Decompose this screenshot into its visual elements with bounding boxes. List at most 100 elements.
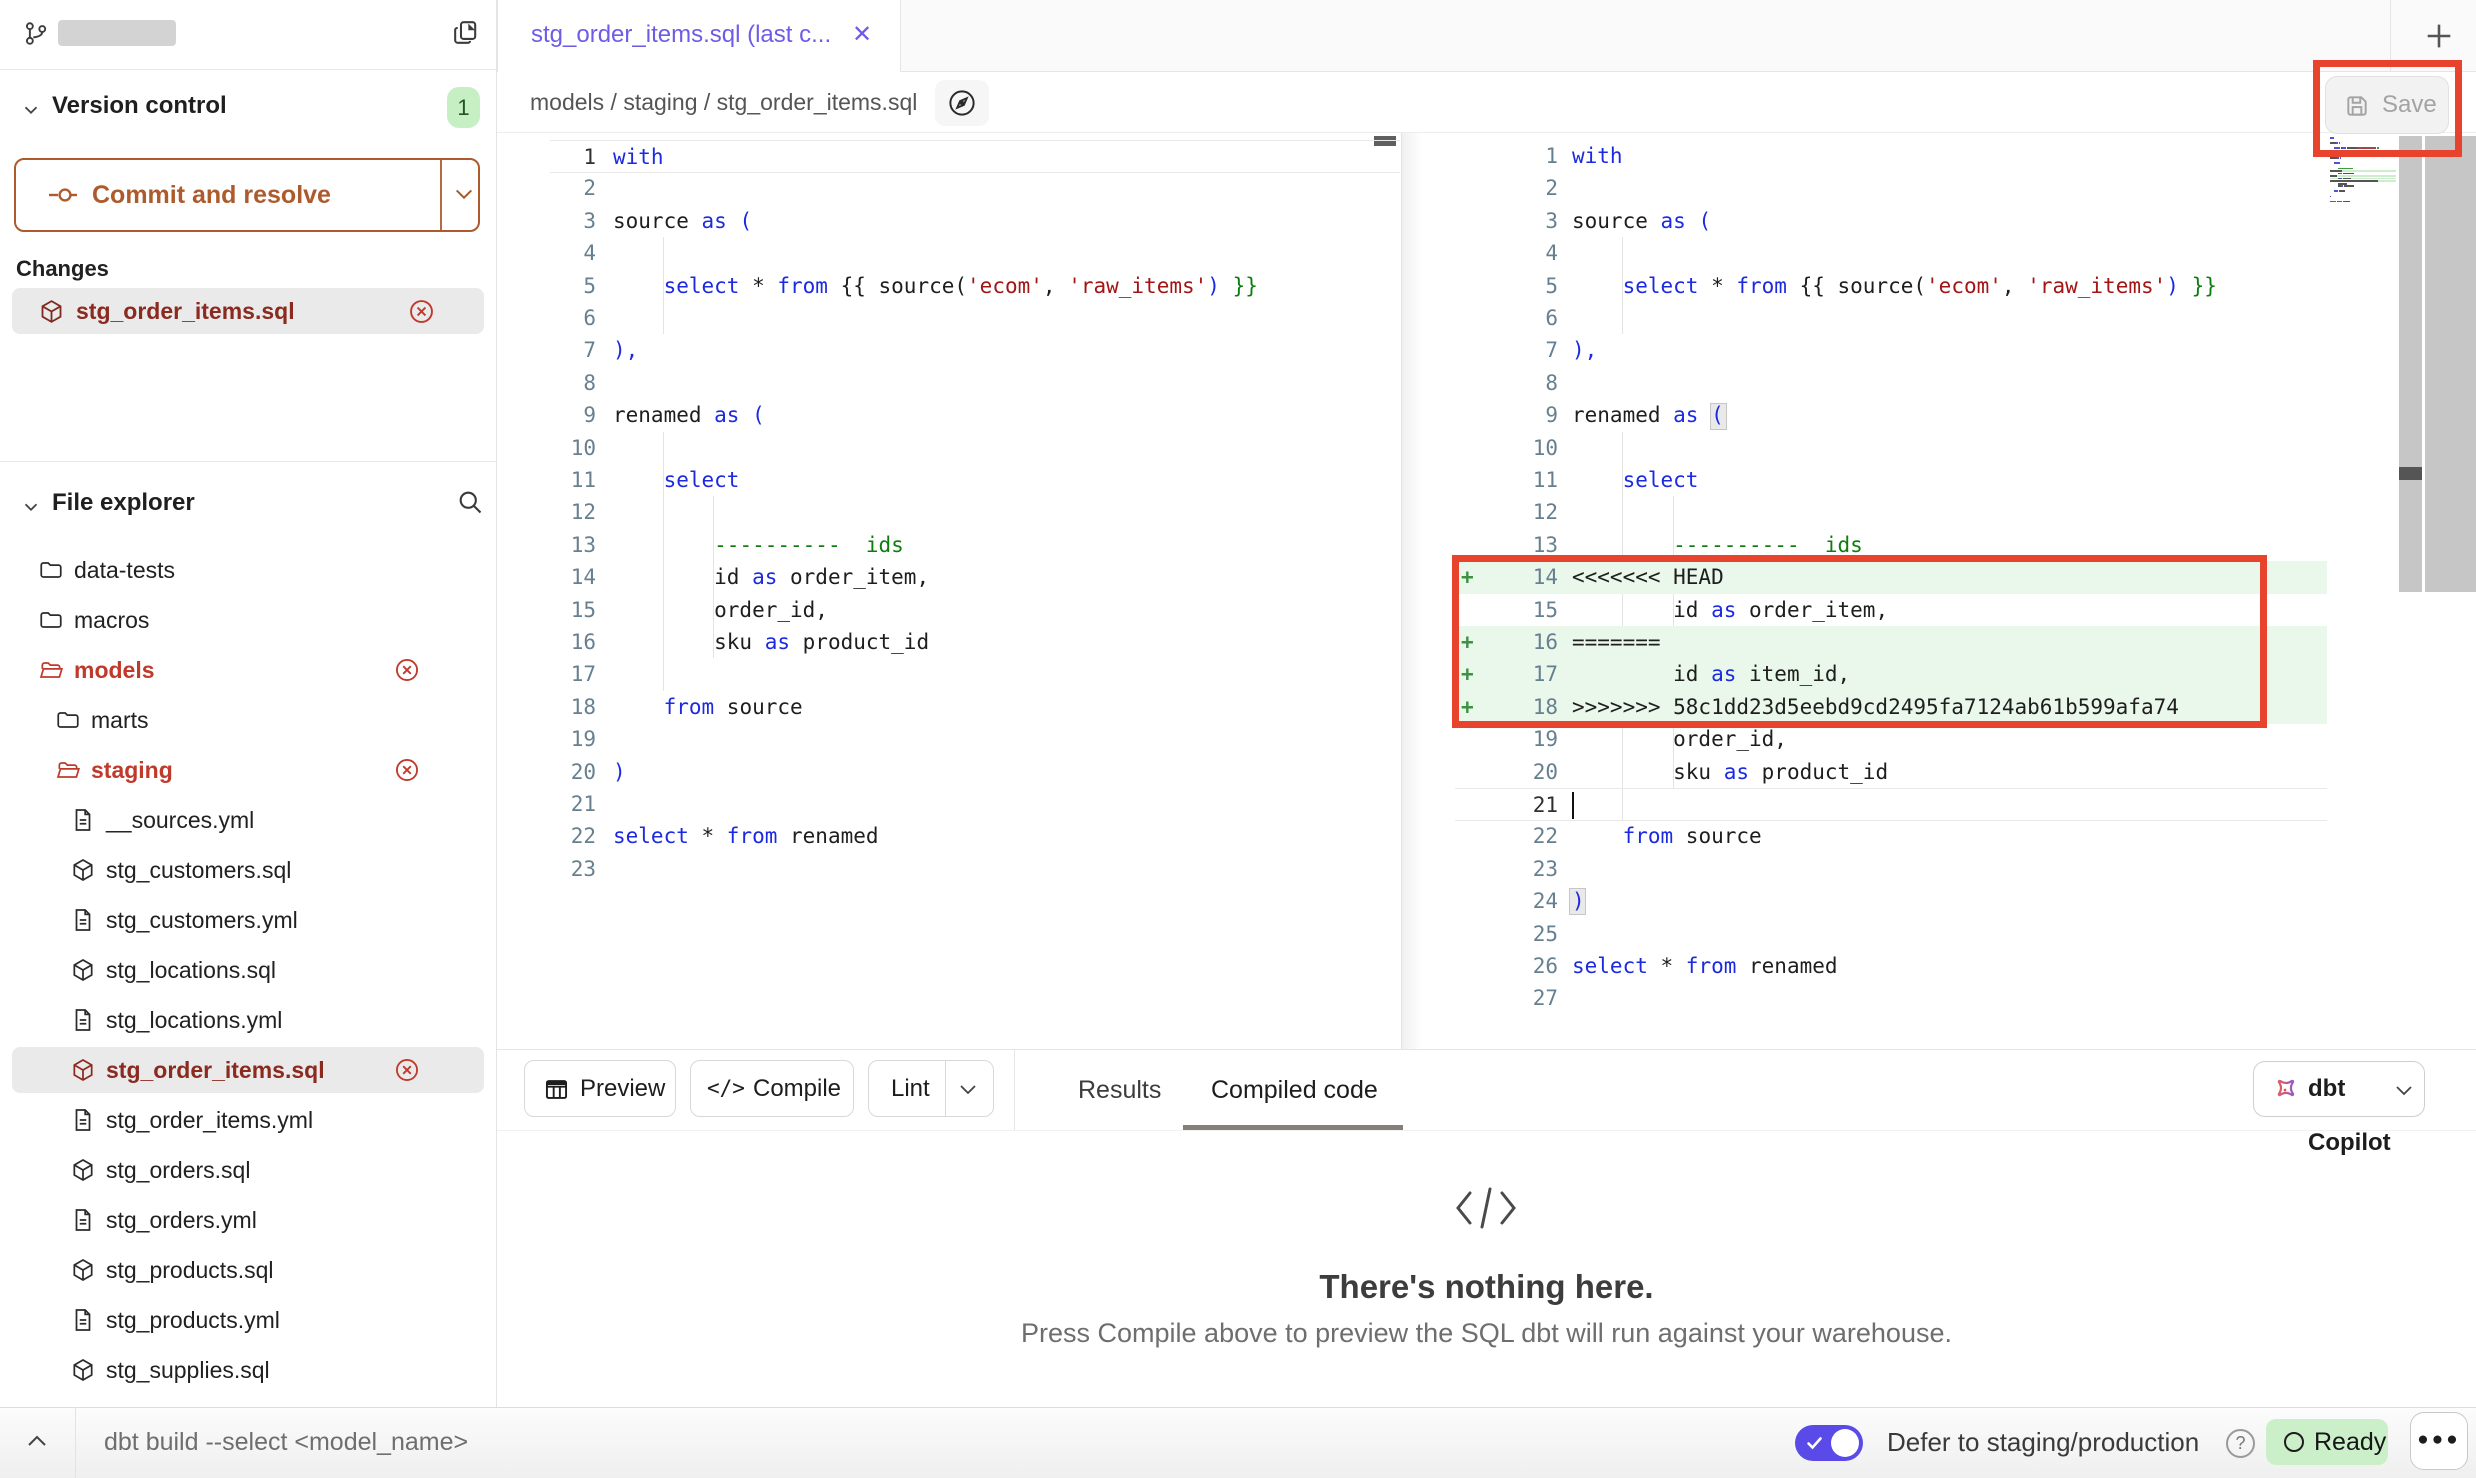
minimap-line [2330, 183, 2396, 185]
divider [945, 1061, 946, 1116]
code-text: renamed as ( [613, 399, 765, 431]
code-text: select * from {{ source('ecom', 'raw_ite… [1572, 270, 2217, 302]
code-line: 22select * from renamed [550, 820, 1400, 853]
copilot-label: dbt Copilot [2308, 1062, 2424, 1170]
code-line: 2 [550, 172, 1400, 205]
minimap-line [2330, 201, 2396, 203]
chevron-down-icon[interactable] [958, 1084, 978, 1096]
code-text: source as ( [1572, 205, 1711, 237]
code-text: ) [613, 756, 626, 788]
line-number: 18 [550, 691, 596, 723]
table-grid-icon [543, 1076, 570, 1103]
code-line: 23 [550, 853, 1400, 886]
code-line: 21 [1455, 788, 2327, 821]
status-circle-icon [2282, 1430, 2306, 1454]
code-line: 11 select [1455, 464, 2327, 497]
line-number: 5 [1455, 270, 1558, 302]
minimap-line [2330, 190, 2396, 192]
divider [75, 1407, 76, 1478]
line-number: 6 [1455, 302, 1558, 334]
command-input[interactable]: dbt build --select <model_name> [104, 1407, 468, 1478]
code-text: ---------- ids [613, 529, 904, 561]
minimap-line [2330, 203, 2396, 205]
lint-button[interactable]: Lint [868, 1060, 994, 1117]
line-number: 1 [1455, 140, 1558, 172]
code-text: source as ( [613, 205, 752, 237]
code-icon: </> [707, 1061, 745, 1116]
empty-state-title: There's nothing here. [497, 1268, 2476, 1306]
code-line: 1with [550, 140, 1400, 173]
code-line: 6 [1455, 302, 2327, 335]
chevron-down-icon[interactable] [2394, 1085, 2414, 1097]
code-text: ), [1572, 334, 1597, 366]
toggle-knob [1831, 1429, 1859, 1457]
help-icon[interactable]: ? [2226, 1429, 2255, 1458]
status-label: Ready [2314, 1419, 2386, 1465]
line-number: 21 [1455, 789, 1558, 821]
code-line: 7), [550, 334, 1400, 367]
compile-button[interactable]: </> Compile [690, 1060, 854, 1117]
preview-button[interactable]: Preview [524, 1060, 676, 1117]
dbt-copilot-button[interactable]: dbt Copilot [2253, 1061, 2425, 1117]
empty-state-subtitle: Press Compile above to preview the SQL d… [497, 1318, 2476, 1349]
code-line: 16 sku as product_id [550, 626, 1400, 659]
code-line: 21 [550, 788, 1400, 821]
code-line: 8 [550, 367, 1400, 400]
code-line: 19 order_id, [1455, 723, 2327, 756]
line-number: 3 [1455, 205, 1558, 237]
code-line: 27 [1455, 982, 2327, 1015]
line-number: 4 [1455, 237, 1558, 269]
tab-stg-order-items[interactable]: stg_order_items.sql (last c... ✕ [497, 0, 901, 72]
tab-compiled-code[interactable]: Compiled code [1211, 1062, 1378, 1118]
line-number: 3 [550, 205, 596, 237]
code-line: 20 sku as product_id [1455, 756, 2327, 789]
line-number: 20 [550, 756, 596, 788]
code-line: 12 [550, 496, 1400, 529]
tab-results[interactable]: Results [1078, 1062, 1161, 1118]
code-line: 10 [1455, 432, 2327, 465]
line-number: 2 [1455, 172, 1558, 204]
compile-label: Compile [753, 1061, 841, 1116]
line-number: 10 [1455, 432, 1558, 464]
line-number: 17 [550, 658, 596, 690]
code-line: 4 [1455, 237, 2327, 270]
minimap-line [2330, 188, 2396, 190]
code-text: order_id, [1572, 723, 1787, 755]
minimap-line [2330, 175, 2396, 177]
code-line: 7), [1455, 334, 2327, 367]
defer-label: Defer to staging/production [1887, 1407, 2199, 1478]
minimap-line [2330, 173, 2396, 175]
minimap-line [2330, 193, 2396, 195]
more-options-button[interactable]: ●●● [2410, 1412, 2468, 1470]
code-line: 3 source as ( [550, 205, 1400, 238]
defer-toggle[interactable] [1795, 1425, 1863, 1461]
minimap-line [2330, 162, 2396, 164]
minimap-line [2330, 170, 2396, 172]
scrollbar-track[interactable] [2425, 136, 2476, 592]
close-icon[interactable]: ✕ [849, 22, 875, 48]
minimap-line [2330, 157, 2396, 159]
divider [497, 1049, 2476, 1050]
code-line: 3 source as ( [1455, 205, 2327, 238]
code-line: 15 order_id, [550, 594, 1400, 627]
line-number: 6 [550, 302, 596, 334]
scrollbar-track[interactable] [2399, 136, 2422, 592]
line-number: 13 [550, 529, 596, 561]
annotation-box-save [2313, 60, 2462, 157]
code-line: 1with [1455, 140, 2327, 173]
chevron-up-icon[interactable] [24, 1432, 50, 1450]
minimap-line [2330, 180, 2396, 182]
code-line: 9renamed as ( [1455, 399, 2327, 432]
scrollbar-thumb[interactable] [2399, 467, 2422, 480]
code-text: ) [1572, 885, 1585, 917]
lint-label: Lint [891, 1061, 930, 1116]
line-number: 25 [1455, 918, 1558, 950]
code-text: sku as product_id [1572, 756, 1888, 788]
line-number: 19 [550, 723, 596, 755]
line-number: 8 [550, 367, 596, 399]
text-cursor [1572, 792, 1574, 819]
minimap-line [2330, 178, 2396, 180]
diff-editor[interactable]: 1with23source as (45 select * from {{ so… [0, 0, 2476, 1478]
code-slash-icon [1452, 1185, 1520, 1231]
divider [1014, 1050, 1015, 1131]
